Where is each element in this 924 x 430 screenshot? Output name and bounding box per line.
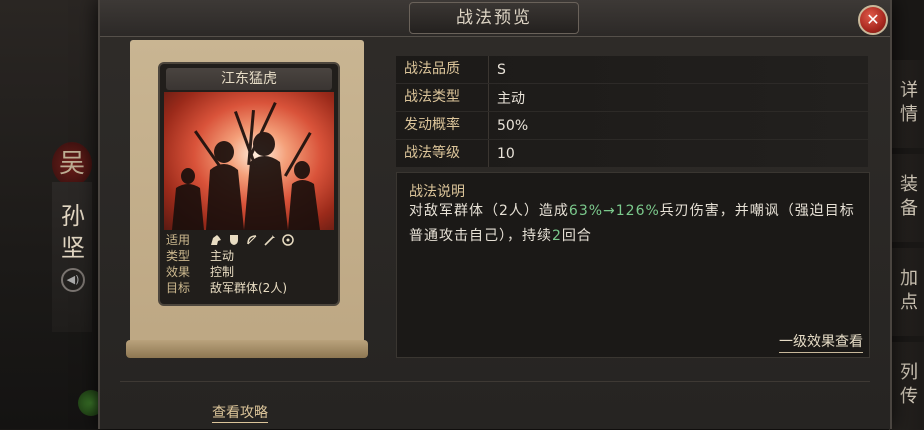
tab-equipment[interactable]: 装备 [889,154,924,242]
type-label: 类型 [166,249,191,263]
type-value: 主动 [210,249,235,263]
side-tabs: 详情 装备 加点 列传 [888,50,924,430]
spear-icon [264,235,275,246]
shield-icon [230,235,238,245]
attribute-row: 战法品质 S [396,56,868,83]
target-value: 敌军群体(2人) [210,281,287,295]
bow-icon [247,235,257,245]
description-text: 对敌军群体（2人）造成63%→126%兵刃伤害，并嘲讽（强迫目标普通攻击自己），… [409,199,861,249]
attribute-row: 战法等级 10 [396,140,868,167]
cavalry-icon [211,235,221,245]
applicable-label: 适用 [166,233,191,247]
speaker-icon[interactable]: ◀) [61,268,85,292]
tab-biography[interactable]: 列传 [889,342,924,430]
attribute-key: 战法品质 [396,56,489,83]
attribute-key: 发动概率 [396,112,489,139]
tactic-name: 江东猛虎 [166,68,332,90]
attribute-row: 发动概率 50% [396,112,868,139]
attribute-value: 10 [497,145,515,162]
duration-rounds: 2 [552,228,562,244]
target-label: 目标 [166,281,191,295]
attribute-value: 50% [497,117,529,134]
attribute-key: 战法等级 [396,140,489,167]
effect-label: 效果 [166,265,191,279]
wheel-icon [282,234,294,246]
tactic-preview-dialog: 战法预览 ✕ 江东猛虎 适用 类型 主动 效果 控制 目标 敌军群体(2人) 战… [98,0,892,429]
view-guide-link[interactable]: 查看攻略 [212,402,268,423]
attribute-table: 战法品质 S 战法类型 主动 发动概率 50% 战法等级 10 [396,56,868,168]
tab-points[interactable]: 加点 [889,248,924,336]
level-one-effect-link[interactable]: 一级效果查看 [779,331,863,353]
dialog-title: 战法预览 [409,2,579,34]
tab-details[interactable]: 详情 [889,60,924,148]
tactic-artwork [164,92,334,230]
faction-badge: 吴 [52,142,92,186]
description-part: 回合 [561,228,592,244]
damage-range: 63%→126% [568,203,660,219]
attribute-value: 主动 [497,90,525,107]
hero-name-char: 坚 [61,234,85,262]
description-part: 对敌军群体（2人）造成 [409,203,569,219]
divider [120,381,870,382]
hero-name-char: 孙 [61,202,85,230]
description-box: 战法说明 对敌军群体（2人）造成63%→126%兵刃伤害，并嘲讽（强迫目标普通攻… [396,172,870,358]
tactic-card-info: 适用 类型 主动 效果 控制 目标 敌军群体(2人) [164,232,334,302]
scroll-rod [126,340,368,358]
close-button[interactable]: ✕ [858,5,888,35]
description-title: 战法说明 [409,184,465,200]
effect-value: 控制 [210,265,235,279]
tactic-card: 江东猛虎 适用 类型 主动 效果 控制 目标 敌军群体(2人) [158,62,340,306]
dialog-titlebar: 战法预览 ✕ [100,0,890,37]
attribute-key: 战法类型 [396,84,489,111]
applicable-troops [210,232,294,248]
attribute-row: 战法类型 主动 [396,84,868,111]
attribute-value: S [497,61,506,78]
